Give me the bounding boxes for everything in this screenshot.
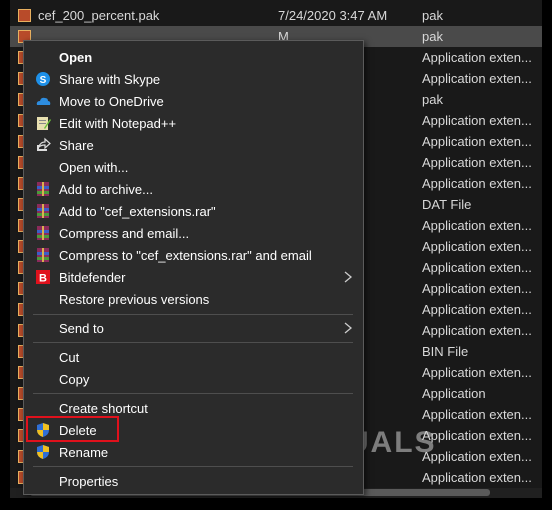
file-type: Application exten... (422, 365, 532, 380)
menu-item-rename[interactable]: Rename (25, 441, 362, 463)
menu-item-compress-email[interactable]: Compress and email... (25, 222, 362, 244)
skype-icon: S (36, 72, 50, 86)
menu-item-cut[interactable]: Cut (25, 346, 362, 368)
uac-shield-icon (37, 445, 49, 459)
menu-item-label: Bitdefender (59, 270, 126, 285)
menu-item-label: Share with Skype (59, 72, 161, 87)
menu-item-label: Rename (59, 445, 109, 460)
file-type: pak (422, 92, 443, 107)
file-type: Application exten... (422, 239, 532, 254)
menu-item-label: Copy (59, 372, 90, 387)
menu-item-label: Properties (59, 474, 119, 489)
menu-item-label: Add to archive... (59, 182, 153, 197)
file-type: BIN File (422, 344, 469, 359)
menu-item-label: Open with... (59, 160, 129, 175)
menu-item-label: Compress and email... (59, 226, 190, 241)
file-type: Application exten... (422, 113, 532, 128)
chevron-right-icon (344, 271, 353, 283)
menu-item-bitdefender[interactable]: B Bitdefender (25, 266, 362, 288)
file-icon (18, 9, 31, 22)
menu-item-label: Cut (59, 350, 80, 365)
file-type: Application exten... (422, 281, 532, 296)
file-type: Application exten... (422, 71, 532, 86)
menu-item-label: Edit with Notepad++ (59, 116, 177, 131)
file-name: cef_200_percent.pak (38, 8, 160, 23)
menu-item-label: Move to OneDrive (59, 94, 164, 109)
menu-item-label: Open (59, 50, 93, 65)
menu-item-copy[interactable]: Copy (25, 368, 362, 390)
menu-item-label: Send to (59, 321, 104, 336)
delete-highlight-box (26, 416, 119, 442)
file-row[interactable]: cef_200_percent.pak 7/24/2020 3:47 AM pak (10, 5, 542, 26)
menu-item-open-with[interactable]: Open with... (25, 156, 362, 178)
menu-item-label: Share (59, 138, 94, 153)
file-type: Application exten... (422, 155, 532, 170)
menu-item-move-onedrive[interactable]: Move to OneDrive (25, 90, 362, 112)
menu-item-label: Add to "cef_extensions.rar" (59, 204, 216, 219)
chevron-right-icon (344, 322, 353, 334)
menu-item-add-archive[interactable]: Add to archive... (25, 178, 362, 200)
menu-item-compress-to-rar-email[interactable]: Compress to "cef_extensions.rar" and ema… (25, 244, 362, 266)
menu-item-restore-versions[interactable]: Restore previous versions (25, 288, 362, 310)
file-type: DAT File (422, 197, 472, 212)
menu-separator (33, 393, 353, 394)
onedrive-icon (36, 97, 51, 105)
menu-item-share-skype[interactable]: S Share with Skype (25, 68, 362, 90)
menu-item-open[interactable]: Open (25, 46, 362, 68)
file-type: Application exten... (422, 50, 532, 65)
winrar-icon (37, 204, 49, 218)
file-type: pak (422, 29, 443, 44)
share-icon (37, 137, 51, 151)
menu-item-add-to-rar[interactable]: Add to "cef_extensions.rar" (25, 200, 362, 222)
file-type: Application exten... (422, 176, 532, 191)
file-date: 7/24/2020 3:47 AM (278, 8, 388, 23)
menu-item-share[interactable]: Share (25, 134, 362, 156)
menu-separator (33, 314, 353, 315)
file-type: Application (422, 386, 486, 401)
file-type: Application exten... (422, 260, 532, 275)
file-type: Application exten... (422, 218, 532, 233)
menu-item-label: Restore previous versions (59, 292, 210, 307)
menu-item-label: Compress to "cef_extensions.rar" and ema… (59, 248, 312, 263)
file-type: pak (422, 8, 443, 23)
notepad-plus-plus-icon (37, 117, 51, 130)
svg-text:S: S (40, 75, 47, 86)
menu-item-properties[interactable]: Properties (25, 470, 362, 492)
menu-item-send-to[interactable]: Send to (25, 317, 362, 339)
menu-separator (33, 342, 353, 343)
file-type: Application exten... (422, 134, 532, 149)
menu-separator (33, 466, 353, 467)
menu-item-edit-notepad[interactable]: Edit with Notepad++ (25, 112, 362, 134)
menu-item-label: Create shortcut (59, 401, 148, 416)
bitdefender-icon: B (36, 270, 50, 285)
file-type: Application exten... (422, 470, 532, 485)
winrar-icon (37, 182, 49, 196)
winrar-icon (37, 248, 49, 262)
winrar-icon (37, 226, 49, 240)
file-type: Application exten... (422, 323, 532, 338)
svg-text:B: B (39, 273, 47, 285)
file-type: Application exten... (422, 302, 532, 317)
